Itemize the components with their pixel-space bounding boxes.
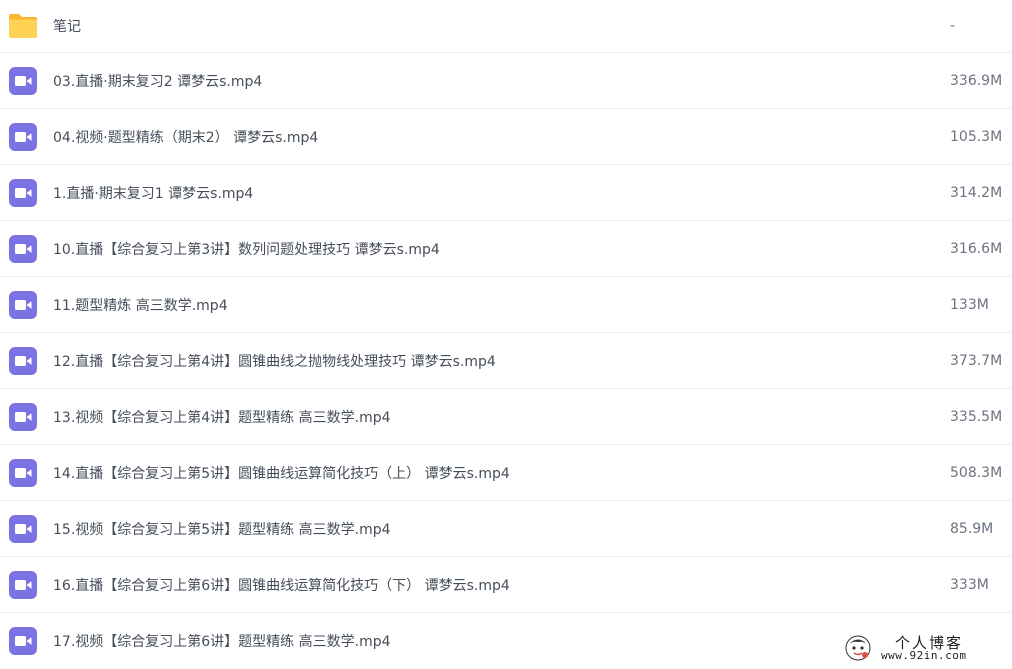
file-size: 508.3M <box>950 464 1003 481</box>
file-list: 笔记 - 03.直播·期末复习2 谭梦云s.mp4 336.9M 04.视频·题… <box>0 0 1012 669</box>
file-row[interactable]: 1.直播·期末复习1 谭梦云s.mp4 314.2M <box>0 165 1012 221</box>
file-name: 03.直播·期末复习2 谭梦云s.mp4 <box>53 73 263 90</box>
file-size: 85.9M <box>950 520 994 537</box>
file-row[interactable]: 12.直播【综合复习上第4讲】圆锥曲线之抛物线处理技巧 谭梦云s.mp4 373… <box>0 333 1012 389</box>
file-name: 13.视频【综合复习上第4讲】题型精练 高三数学.mp4 <box>53 409 391 426</box>
file-name: 10.直播【综合复习上第3讲】数列问题处理技巧 谭梦云s.mp4 <box>53 241 440 258</box>
file-size: 316.6M <box>950 240 1003 257</box>
file-name: 笔记 <box>53 19 81 35</box>
file-size: 314.2M <box>950 184 1003 201</box>
video-icon <box>9 178 37 207</box>
file-size: - <box>950 18 956 34</box>
file-size: 105.3M <box>950 128 1003 145</box>
file-name: 17.视频【综合复习上第6讲】题型精练 高三数学.mp4 <box>53 634 391 650</box>
video-icon <box>9 402 37 431</box>
file-row[interactable]: 14.直播【综合复习上第5讲】圆锥曲线运算简化技巧（上） 谭梦云s.mp4 50… <box>0 445 1012 501</box>
file-name: 1.直播·期末复习1 谭梦云s.mp4 <box>53 185 254 202</box>
file-name: 16.直播【综合复习上第6讲】圆锥曲线运算简化技巧（下） 谭梦云s.mp4 <box>53 577 510 594</box>
file-name: 15.视频【综合复习上第5讲】题型精练 高三数学.mp4 <box>53 521 391 538</box>
video-icon <box>9 514 37 543</box>
file-row[interactable]: 15.视频【综合复习上第5讲】题型精练 高三数学.mp4 85.9M <box>0 501 1012 557</box>
file-name: 12.直播【综合复习上第4讲】圆锥曲线之抛物线处理技巧 谭梦云s.mp4 <box>53 353 496 370</box>
video-icon <box>9 627 37 655</box>
video-icon <box>9 122 37 151</box>
video-icon <box>9 290 37 319</box>
folder-row-notes[interactable]: 笔记 - <box>0 0 1012 53</box>
file-size: 373.7M <box>950 352 1003 369</box>
video-icon <box>9 234 37 263</box>
file-name: 11.题型精炼 高三数学.mp4 <box>53 297 228 314</box>
file-name: 04.视频·题型精练（期末2） 谭梦云s.mp4 <box>53 129 319 146</box>
mascot-logo-icon <box>845 635 871 661</box>
video-icon <box>9 66 37 95</box>
file-row[interactable]: 13.视频【综合复习上第4讲】题型精练 高三数学.mp4 335.5M <box>0 389 1012 445</box>
video-icon <box>9 458 37 487</box>
file-row[interactable]: 16.直播【综合复习上第6讲】圆锥曲线运算简化技巧（下） 谭梦云s.mp4 33… <box>0 557 1012 613</box>
file-size: 133M <box>950 296 989 313</box>
folder-icon <box>9 14 37 38</box>
file-row[interactable]: 04.视频·题型精练（期末2） 谭梦云s.mp4 105.3M <box>0 109 1012 165</box>
file-row[interactable]: 11.题型精炼 高三数学.mp4 133M <box>0 277 1012 333</box>
file-name: 14.直播【综合复习上第5讲】圆锥曲线运算简化技巧（上） 谭梦云s.mp4 <box>53 465 510 482</box>
blog-watermark: 个人博客 www.92in.com <box>845 632 1005 664</box>
file-size: 336.9M <box>950 72 1003 89</box>
video-icon <box>9 346 37 375</box>
file-row[interactable]: 10.直播【综合复习上第3讲】数列问题处理技巧 谭梦云s.mp4 316.6M <box>0 221 1012 277</box>
file-size: 333M <box>950 576 989 593</box>
file-size: 335.5M <box>950 408 1003 425</box>
file-row[interactable]: 03.直播·期末复习2 谭梦云s.mp4 336.9M <box>0 53 1012 109</box>
video-icon <box>9 570 37 599</box>
watermark-url: www.92in.com <box>881 649 967 662</box>
